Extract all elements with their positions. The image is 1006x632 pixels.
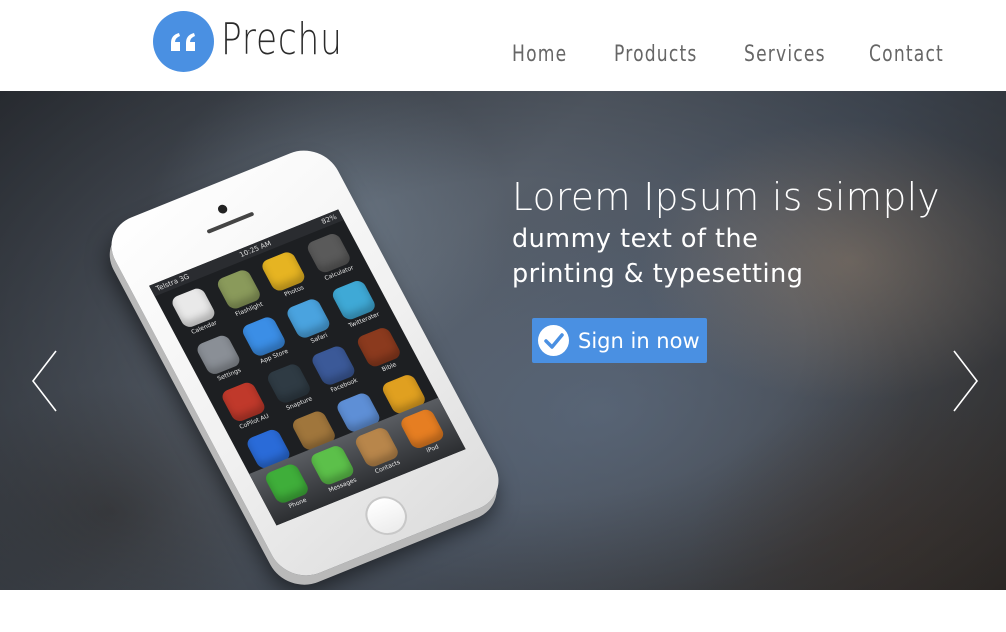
nav-services[interactable]: Services bbox=[744, 42, 826, 67]
prev-slide-button[interactable] bbox=[30, 349, 60, 413]
home-button bbox=[358, 490, 415, 541]
chevron-left-icon bbox=[31, 350, 57, 412]
chevron-right-icon bbox=[953, 350, 979, 412]
check-circle-icon bbox=[538, 325, 569, 356]
sign-in-button[interactable]: Sign in now bbox=[532, 318, 707, 363]
hero-slider: Telstra 3G 10:25 AM 82% Calendar Flashlig… bbox=[0, 91, 1006, 590]
speaker-grille bbox=[206, 211, 255, 234]
next-slide-button[interactable] bbox=[950, 349, 980, 413]
nav-products[interactable]: Products bbox=[614, 42, 697, 67]
page-below-hero bbox=[0, 590, 1006, 632]
phone-body: Telstra 3G 10:25 AM 82% Calendar Flashlig… bbox=[99, 140, 511, 586]
main-nav: Home Products Services Contact bbox=[0, 42, 1006, 72]
site-header: Prechu Home Products Services Contact bbox=[0, 0, 1006, 91]
sign-in-label: Sign in now bbox=[578, 328, 700, 353]
camera-dot bbox=[216, 203, 229, 215]
phone-image: Telstra 3G 10:25 AM 82% Calendar Flashlig… bbox=[99, 140, 511, 586]
phone-screen: Telstra 3G 10:25 AM 82% Calendar Flashlig… bbox=[149, 209, 466, 526]
hero-subline-1: dummy text of the bbox=[512, 224, 759, 254]
app-icon bbox=[398, 407, 446, 451]
nav-home[interactable]: Home bbox=[512, 42, 567, 67]
nav-contact[interactable]: Contact bbox=[869, 42, 944, 67]
hero-headline: Lorem Ipsum is simply bbox=[512, 175, 941, 219]
hero-subline-2: printing & typesetting bbox=[512, 259, 804, 289]
